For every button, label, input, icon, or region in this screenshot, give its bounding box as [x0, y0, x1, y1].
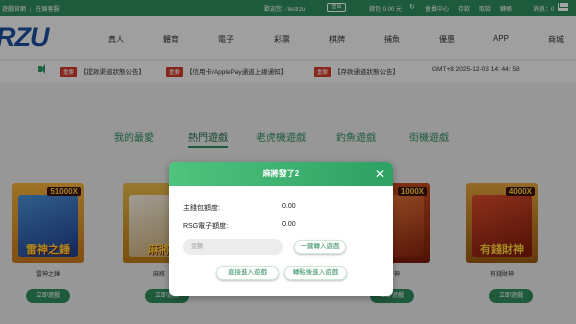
- close-icon[interactable]: ✕: [375, 167, 385, 181]
- game-transfer-modal: 麻將發了2 ✕ 主錢包額度: 0.00 RSG電子額度: 0.00 一鍵轉入遊戲…: [169, 162, 393, 296]
- rsg-balance-label: RSG電子額度:: [183, 223, 229, 230]
- amount-input[interactable]: [183, 239, 283, 255]
- transfer-in-button[interactable]: 一鍵轉入遊戲: [294, 240, 346, 254]
- transfer-enter-button[interactable]: 轉點後進入遊戲: [284, 266, 347, 280]
- modal-title: 麻將發了2: [169, 162, 393, 186]
- direct-enter-button[interactable]: 直接進入遊戲: [216, 266, 279, 280]
- main-wallet-value: 0.00: [282, 203, 296, 210]
- main-wallet-label: 主錢包額度:: [183, 205, 220, 212]
- rsg-balance-value: 0.00: [282, 221, 296, 228]
